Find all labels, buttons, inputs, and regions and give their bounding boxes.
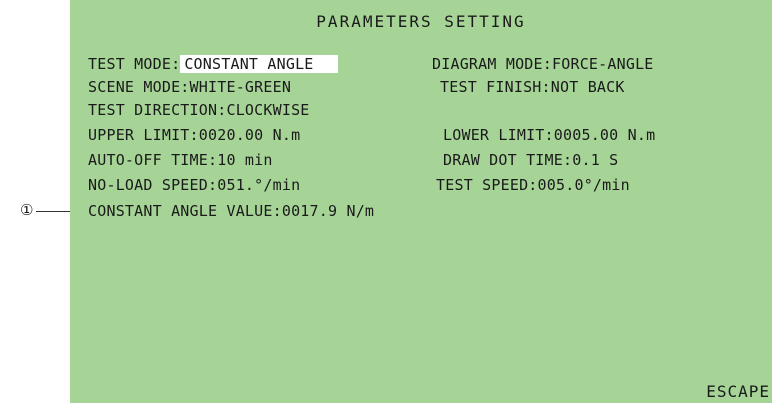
- constant-angle-value-field[interactable]: CONSTANT ANGLE VALUE:0017.9 N/m: [88, 202, 374, 220]
- scene-mode-field[interactable]: SCENE MODE:WHITE-GREEN: [88, 78, 291, 96]
- test-mode-row: TEST MODE: CONSTANT ANGLE: [88, 55, 338, 73]
- screenshot: ① PARAMETERS SETTING TEST MODE: CONSTANT …: [0, 0, 772, 403]
- escape-button[interactable]: ESCAPE: [706, 382, 770, 401]
- test-speed-field[interactable]: TEST SPEED:005.0°/min: [436, 176, 630, 194]
- callout-marker: ①: [20, 201, 34, 219]
- test-mode-selected-field[interactable]: CONSTANT ANGLE: [180, 55, 338, 73]
- diagram-mode-field[interactable]: DIAGRAM MODE:FORCE-ANGLE: [432, 55, 654, 73]
- lower-limit-field[interactable]: LOWER LIMIT:0005.00 N.m: [443, 126, 655, 144]
- draw-dot-time-field[interactable]: DRAW DOT TIME:0.1 S: [443, 151, 618, 169]
- parameters-screen: PARAMETERS SETTING TEST MODE: CONSTANT AN…: [70, 0, 772, 403]
- page-title: PARAMETERS SETTING: [316, 12, 526, 31]
- test-mode-label: TEST MODE:: [88, 55, 181, 73]
- upper-limit-field[interactable]: UPPER LIMIT:0020.00 N.m: [88, 126, 300, 144]
- no-load-speed-field[interactable]: NO-LOAD SPEED:051.°/min: [88, 176, 300, 194]
- test-finish-field[interactable]: TEST FINISH:NOT BACK: [440, 78, 625, 96]
- auto-off-time-field[interactable]: AUTO-OFF TIME:10 min: [88, 151, 273, 169]
- test-direction-field[interactable]: TEST DIRECTION:CLOCKWISE: [88, 101, 310, 119]
